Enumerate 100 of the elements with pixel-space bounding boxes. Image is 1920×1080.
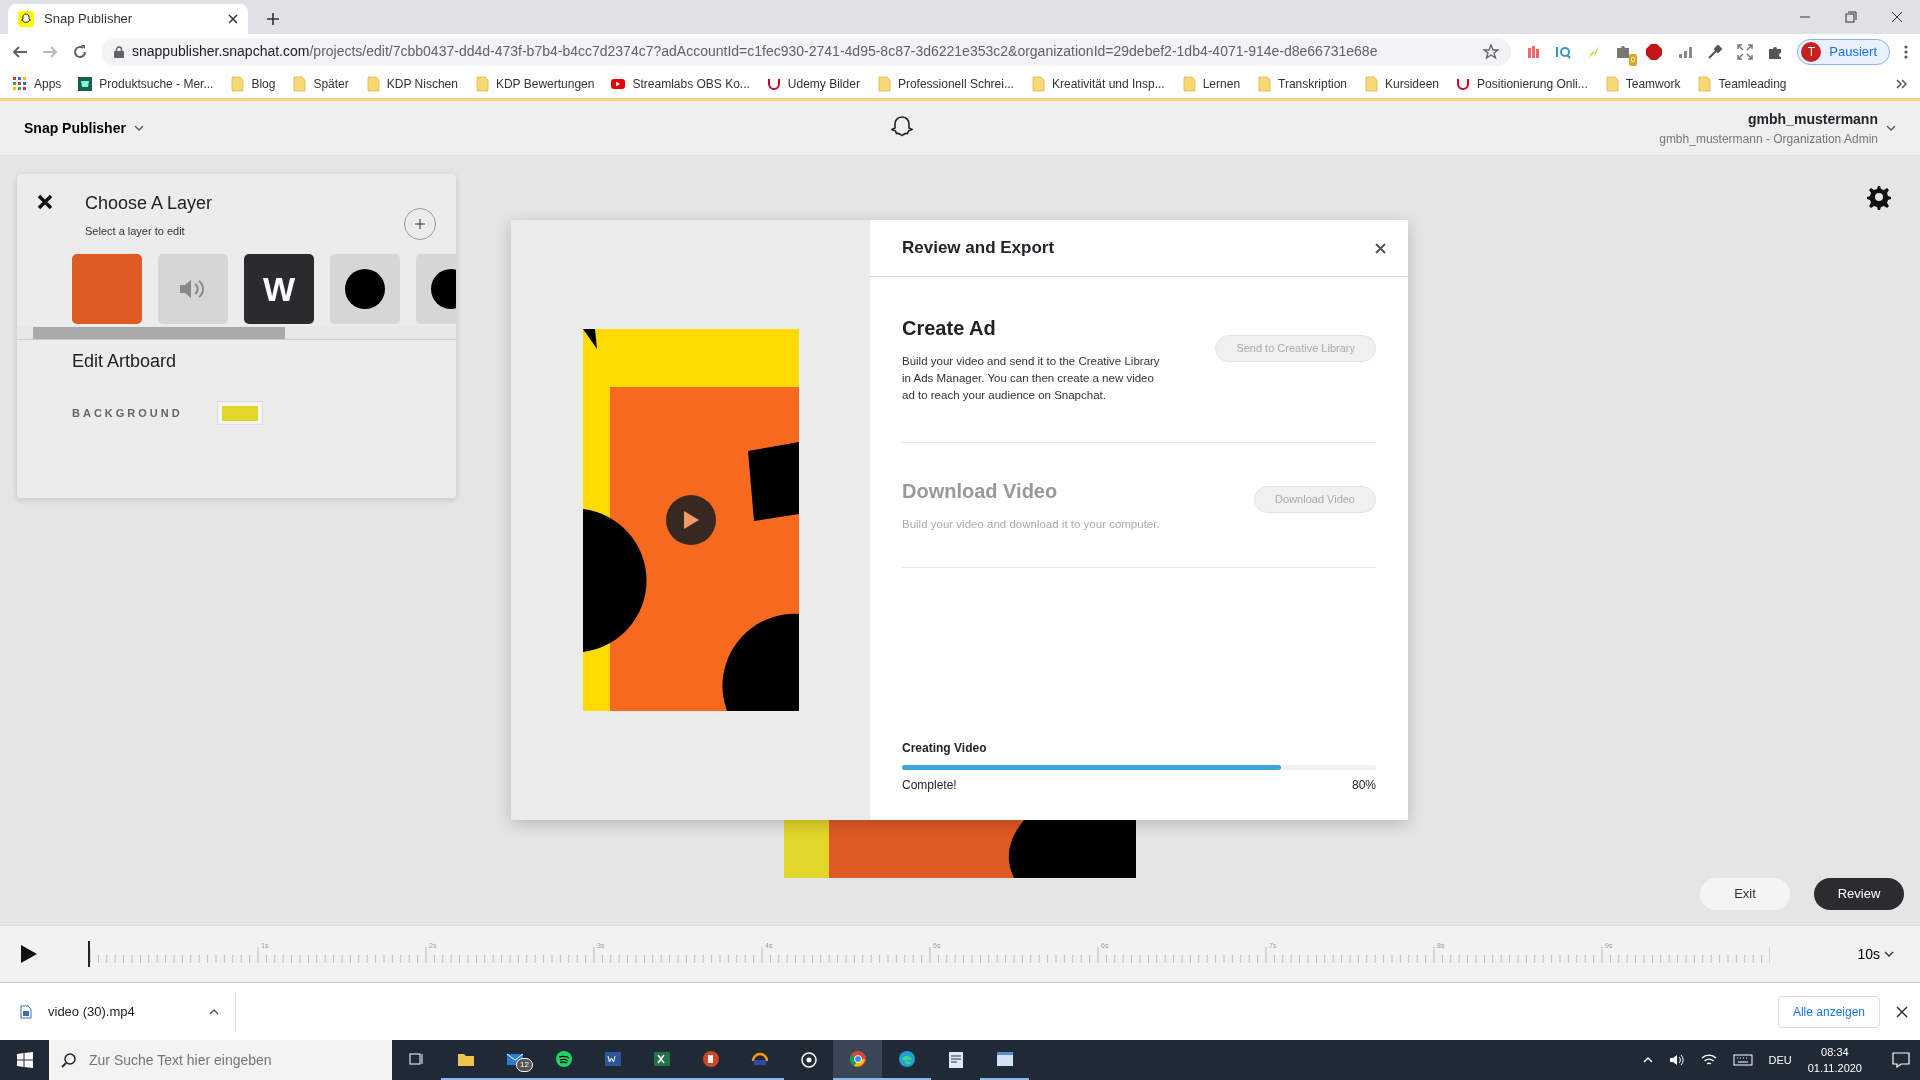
folder-icon bbox=[1180, 75, 1197, 92]
folder-icon bbox=[1363, 75, 1379, 92]
browser-icon[interactable] bbox=[848, 1050, 867, 1068]
bookmark[interactable]: Apps bbox=[12, 74, 62, 93]
notification-icon[interactable] bbox=[1892, 1052, 1910, 1068]
folder-icon bbox=[364, 75, 381, 92]
bookmark[interactable]: Positionierung Onli... bbox=[1455, 74, 1588, 93]
circle-icon bbox=[345, 269, 385, 309]
play-icon bbox=[682, 510, 700, 530]
apps-icon bbox=[12, 75, 28, 92]
folder-icon bbox=[1029, 75, 1046, 92]
avatar: T bbox=[1801, 41, 1822, 62]
user-menu[interactable]: gmbh_mustermann gmbh_mustermann - Organization Admin bbox=[1659, 108, 1896, 148]
layer-thumbnail[interactable] bbox=[158, 254, 228, 324]
close-icon[interactable] bbox=[37, 194, 53, 210]
modal-title: Review and Export bbox=[902, 237, 1055, 260]
user-name: gmbh_mustermann bbox=[1747, 109, 1878, 129]
bookmark[interactable]: Später bbox=[291, 74, 349, 93]
close-icon[interactable] bbox=[1896, 1005, 1908, 1018]
url-text: snappublisher.snapchat.com/projects/edit/7cbb0437-dd4d-473f-b7b4-b4cc7d2374c7?adAccountId=c1fec930-2741-4d95-8c87-3d6221e353c2&organizationId=29debef2-1db4-4071-914e-d8e66731e68e bbox=[132, 42, 1378, 61]
progress-status: Complete! bbox=[902, 777, 957, 794]
download-item[interactable]: video (30).mp4 bbox=[0, 991, 236, 1032]
shirt-icon bbox=[77, 75, 94, 92]
volume-icon[interactable] bbox=[1668, 1053, 1685, 1067]
search-icon bbox=[61, 1052, 77, 1068]
layer-thumbnail[interactable] bbox=[330, 254, 400, 324]
color-swatch[interactable] bbox=[216, 401, 263, 425]
wifi-icon[interactable] bbox=[1700, 1053, 1717, 1067]
close-icon[interactable] bbox=[228, 14, 238, 24]
show-all-button[interactable]: Alle anzeigen bbox=[1777, 995, 1880, 1028]
bookmark[interactable]: KDP Bewertungen bbox=[473, 74, 595, 93]
section-title: Edit Artboard bbox=[71, 350, 178, 373]
word-icon[interactable] bbox=[603, 1050, 622, 1068]
tab-title: Snap Publisher bbox=[44, 10, 134, 29]
progress-label: Creating Video bbox=[902, 740, 988, 757]
excel-icon[interactable] bbox=[652, 1050, 671, 1068]
search-field[interactable]: Zur Suche Text hier eingeben bbox=[49, 1040, 392, 1080]
folder-icon bbox=[229, 75, 246, 92]
circle-icon[interactable] bbox=[554, 1050, 573, 1068]
scrollbar[interactable] bbox=[17, 326, 456, 340]
bookmark[interactable]: Kursideen bbox=[1363, 74, 1440, 93]
bookmark[interactable]: Transkription bbox=[1256, 74, 1347, 93]
file-icon bbox=[20, 1004, 32, 1019]
plus-icon bbox=[415, 219, 425, 229]
bookmark[interactable]: Lernen bbox=[1180, 74, 1241, 93]
browser-tab[interactable]: Snap Publisher bbox=[8, 4, 248, 34]
duration-dropdown[interactable]: 10s bbox=[1851, 942, 1900, 966]
bookmark[interactable]: KDP Nischen bbox=[364, 74, 458, 93]
panel-subtitle: Select a layer to edit bbox=[85, 224, 186, 239]
chevron-icon[interactable] bbox=[1896, 77, 1908, 90]
edge-icon[interactable] bbox=[897, 1050, 916, 1068]
folder-icon bbox=[875, 75, 892, 92]
address-bar[interactable]: snappublisher.snapchat.com/projects/edit/7cbb0437-dd4d-473f-b7b4-b4cc7d2374c7?adAccountId=c1fec930-2741-4d95-8c87-3d6221e353c2&organizationId=29debef2-1db4-4071-914e-d8e66731e68e bbox=[102, 37, 1512, 66]
expand-icon[interactable] bbox=[1737, 43, 1754, 60]
eyedropper-icon[interactable] bbox=[1707, 43, 1724, 60]
badge: 0 bbox=[1628, 53, 1638, 66]
profile-button[interactable]: T Pausiert bbox=[1797, 38, 1890, 65]
section-description: Build your video and send it to the Creative Library in Ads Manager. You can then create a new video ad to reach your audience on Snapchat. bbox=[902, 354, 1161, 403]
back-icon[interactable] bbox=[12, 43, 28, 60]
keyboard-icon[interactable] bbox=[1732, 1054, 1753, 1066]
chevron-icon bbox=[1884, 951, 1894, 957]
document-icon[interactable] bbox=[946, 1051, 965, 1069]
panel-title: Choose A Layer bbox=[85, 192, 213, 215]
close-icon[interactable] bbox=[1375, 242, 1386, 254]
new-tab-icon[interactable] bbox=[266, 12, 280, 26]
bookmark[interactable]: Teamleading bbox=[1696, 74, 1787, 93]
windows-icon[interactable] bbox=[16, 1052, 33, 1068]
chevron-icon bbox=[209, 1008, 219, 1015]
folder-icon bbox=[1603, 75, 1620, 92]
user-role: gmbh_mustermann - Organization Admin bbox=[1659, 130, 1878, 148]
bars-icon[interactable] bbox=[1525, 43, 1542, 60]
bookmark[interactable]: Teamwork bbox=[1603, 74, 1681, 93]
bookmark[interactable]: Produktsuche - Mer... bbox=[77, 74, 214, 93]
clock-time[interactable]: 08:34 bbox=[1807, 1043, 1862, 1060]
brand-menu[interactable]: Snap Publisher bbox=[24, 117, 144, 139]
bookmark[interactable]: Blog bbox=[229, 74, 276, 93]
bookmark[interactable]: Kreativität und Insp... bbox=[1029, 74, 1165, 93]
reload-icon[interactable] bbox=[72, 43, 88, 60]
layer-thumbnail[interactable] bbox=[72, 254, 142, 324]
bookmark[interactable]: Streamlabs OBS Ko... bbox=[610, 74, 750, 93]
star-icon[interactable] bbox=[1483, 43, 1500, 60]
action-button[interactable]: Exit bbox=[1700, 878, 1790, 910]
clock-date[interactable]: 01.11.2020 bbox=[1807, 1060, 1862, 1077]
octagon-icon[interactable] bbox=[1645, 42, 1664, 61]
play-icon[interactable] bbox=[20, 944, 38, 964]
layer-thumbnail[interactable]: W bbox=[244, 254, 314, 324]
chevron-icon bbox=[1886, 125, 1896, 131]
language-indicator[interactable]: DEU bbox=[1768, 1051, 1792, 1069]
field-label: BACKGROUND bbox=[72, 405, 183, 421]
section-title: Create Ad bbox=[902, 316, 997, 341]
window-icon[interactable] bbox=[995, 1050, 1014, 1068]
folder-icon bbox=[1256, 75, 1273, 92]
bookmark[interactable]: Professionell Schrei... bbox=[875, 74, 1014, 93]
action-button[interactable]: Review bbox=[1814, 878, 1904, 910]
chevron-icon bbox=[133, 125, 144, 131]
bookmark[interactable]: Udemy Bilder bbox=[765, 74, 860, 93]
folder-icon bbox=[291, 75, 308, 92]
lock-icon bbox=[114, 45, 124, 58]
more-icon[interactable] bbox=[1904, 43, 1908, 60]
powerpoint-icon[interactable] bbox=[701, 1050, 720, 1068]
